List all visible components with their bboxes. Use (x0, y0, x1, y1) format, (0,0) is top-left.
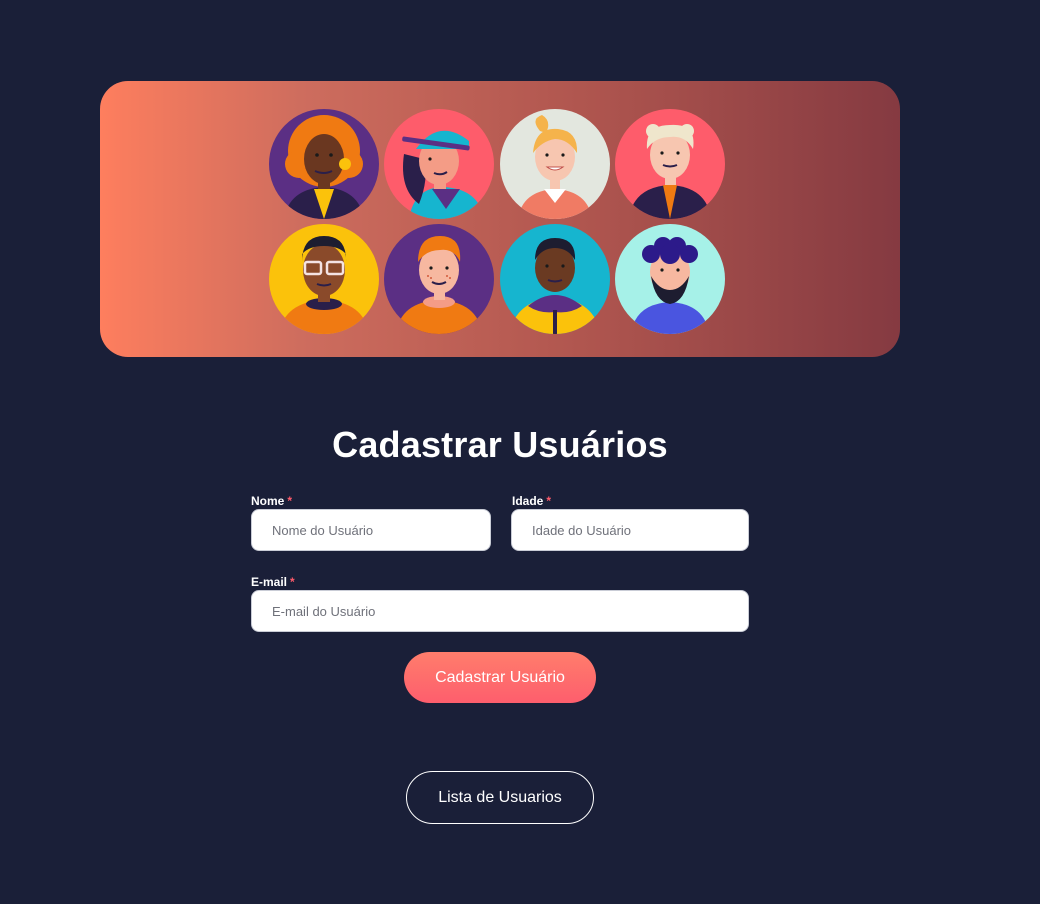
cadastrar-usuario-button[interactable]: Cadastrar Usuário (404, 652, 596, 703)
nome-label-text: Nome (251, 494, 285, 508)
avatar-platinum-hair (615, 109, 725, 219)
avatar-curly-orange-hair (269, 109, 379, 219)
lista-usuarios-button[interactable]: Lista de Usuarios (406, 771, 594, 824)
nome-input[interactable] (251, 509, 491, 551)
email-input[interactable] (251, 590, 749, 632)
avatar-glasses (269, 224, 379, 334)
page-title: Cadastrar Usuários (332, 424, 668, 465)
required-mark: * (546, 494, 552, 508)
required-mark: * (287, 494, 293, 508)
idade-input[interactable] (511, 509, 749, 551)
avatar-curly-beard (615, 224, 725, 334)
avatar-teal-cap (384, 109, 494, 219)
email-label: E-mail * (251, 575, 295, 589)
avatar-blonde-ponytail (500, 109, 610, 219)
avatar-hoodie (500, 224, 610, 334)
avatar-ginger-freckles (384, 224, 494, 334)
email-label-text: E-mail (251, 575, 288, 589)
hero-banner (100, 81, 900, 357)
idade-label-text: Idade (512, 494, 544, 508)
idade-label: Idade * (512, 494, 551, 508)
nome-label: Nome * (251, 494, 292, 508)
required-mark: * (290, 575, 295, 589)
